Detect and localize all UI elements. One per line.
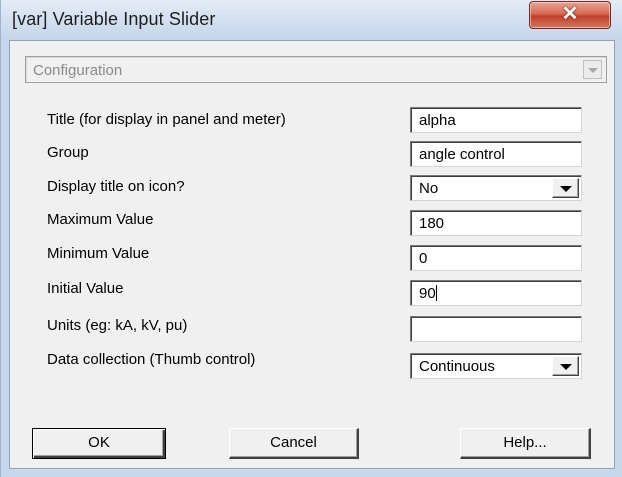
display-title-selected: No — [419, 180, 439, 197]
units-input[interactable] — [410, 316, 582, 342]
data-collection-label: Data collection (Thumb control) — [47, 351, 256, 368]
initial-value-input[interactable]: 90 — [410, 280, 582, 306]
window-title: [var] Variable Input Slider — [12, 9, 216, 29]
configuration-dropdown-button[interactable] — [583, 60, 602, 79]
ok-button[interactable]: OK — [32, 428, 166, 459]
cancel-button[interactable]: Cancel — [229, 428, 359, 459]
configuration-dropdown[interactable]: Configuration — [25, 56, 607, 83]
initial-value-label: Initial Value — [47, 280, 124, 297]
text-cursor — [435, 285, 437, 301]
maximum-value-input-value: 180 — [419, 215, 445, 232]
initial-value-input-text: 90 — [419, 285, 437, 302]
close-icon: ✕ — [561, 3, 579, 25]
maximum-value-input[interactable]: 180 — [410, 210, 582, 236]
data-collection-dropdown-button[interactable] — [552, 356, 579, 376]
display-title-select[interactable]: No — [410, 175, 582, 201]
minimum-value-label: Minimum Value — [47, 245, 150, 262]
title-input[interactable]: alpha — [410, 107, 582, 133]
minimum-value-input-value: 0 — [419, 250, 428, 267]
chevron-down-icon — [588, 68, 598, 73]
title-input-value: alpha — [419, 112, 456, 129]
minimum-value-input[interactable]: 0 — [410, 245, 582, 271]
chevron-down-icon — [560, 364, 572, 370]
maximum-value-label: Maximum Value — [47, 211, 154, 228]
group-input[interactable]: angle control — [410, 141, 582, 167]
help-button[interactable]: Help... — [460, 428, 591, 459]
configuration-selected: Configuration — [33, 62, 123, 79]
chevron-down-icon — [560, 186, 572, 192]
data-collection-selected: Continuous — [419, 358, 495, 375]
group-input-value: angle control — [419, 146, 505, 163]
display-title-label: Display title on icon? — [47, 178, 185, 195]
units-label: Units (eg: kA, kV, pu) — [47, 317, 188, 334]
title-label: Title (for display in panel and meter) — [47, 111, 286, 128]
initial-value-input-value: 90 — [419, 285, 436, 302]
data-collection-select[interactable]: Continuous — [410, 353, 582, 379]
close-button[interactable]: ✕ — [529, 1, 611, 29]
title-bar[interactable]: [var] Variable Input Slider ✕ — [1, 0, 622, 40]
group-label: Group — [47, 144, 89, 161]
display-title-dropdown-button[interactable] — [552, 178, 579, 198]
dialog-window: [var] Variable Input Slider ✕ Configurat… — [0, 0, 622, 477]
